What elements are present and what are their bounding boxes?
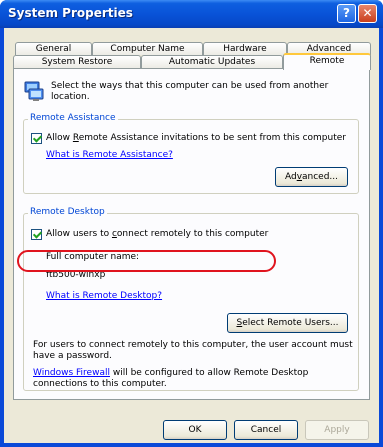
help-button[interactable]: ? — [337, 4, 356, 23]
firewall-note-line1: Windows Firewall will be configured to a… — [33, 368, 309, 378]
window-title: System Properties — [8, 6, 133, 20]
remote-computers-icon — [24, 81, 44, 101]
tab-computer-name[interactable]: Computer Name — [92, 42, 203, 55]
highlight-ring — [17, 250, 276, 272]
password-note-line1: For users to connect remotely to this co… — [33, 340, 353, 350]
dialog-client-area: General Computer Name Hardware Advanced … — [4, 28, 379, 443]
tab-automatic-updates[interactable]: Automatic Updates — [141, 55, 283, 68]
password-note-line2: have a password. — [33, 351, 112, 361]
cancel-button[interactable]: Cancel — [234, 420, 298, 440]
tab-system-restore[interactable]: System Restore — [13, 55, 141, 68]
close-button[interactable]: ✕ — [358, 4, 377, 23]
apply-button[interactable]: Apply — [305, 420, 369, 440]
remote-assistance-legend: Remote Assistance — [28, 113, 118, 123]
firewall-note-line2: connections to this computer. — [33, 379, 167, 389]
tab-hardware[interactable]: Hardware — [203, 42, 287, 55]
remote-tab-panel: Select the ways that this computer can b… — [13, 68, 370, 400]
remote-desktop-checkbox[interactable] — [31, 229, 42, 240]
remote-desktop-checkbox-label[interactable]: Allow users to connect remotely to this … — [46, 229, 268, 239]
title-bar[interactable]: System Properties ? ✕ — [0, 0, 383, 28]
windows-firewall-link[interactable]: Windows Firewall — [33, 368, 110, 378]
remote-assistance-checkbox[interactable] — [31, 133, 42, 144]
tab-general[interactable]: General — [15, 42, 92, 55]
select-remote-users-button[interactable]: Select Remote Users... — [227, 313, 348, 333]
remote-desktop-group: Remote Desktop Allow users to connect re… — [23, 207, 359, 391]
ok-button[interactable]: OK — [163, 420, 227, 440]
remote-assistance-checkbox-label[interactable]: Allow Remote Assistance invitations to b… — [46, 133, 346, 143]
advanced-button[interactable]: Advanced... — [275, 167, 348, 187]
system-properties-window: System Properties ? ✕ General Computer N… — [0, 0, 383, 447]
remote-assistance-group: Remote Assistance Allow Remote Assistanc… — [23, 113, 359, 194]
what-is-remote-assistance-link[interactable]: What is Remote Assistance? — [46, 150, 173, 160]
what-is-remote-desktop-link[interactable]: What is Remote Desktop? — [46, 291, 162, 301]
remote-desktop-legend: Remote Desktop — [28, 207, 107, 217]
intro-text-line1: Select the ways that this computer can b… — [51, 81, 329, 91]
intro-text-line2: location. — [51, 92, 90, 102]
tab-remote[interactable]: Remote — [283, 53, 371, 70]
